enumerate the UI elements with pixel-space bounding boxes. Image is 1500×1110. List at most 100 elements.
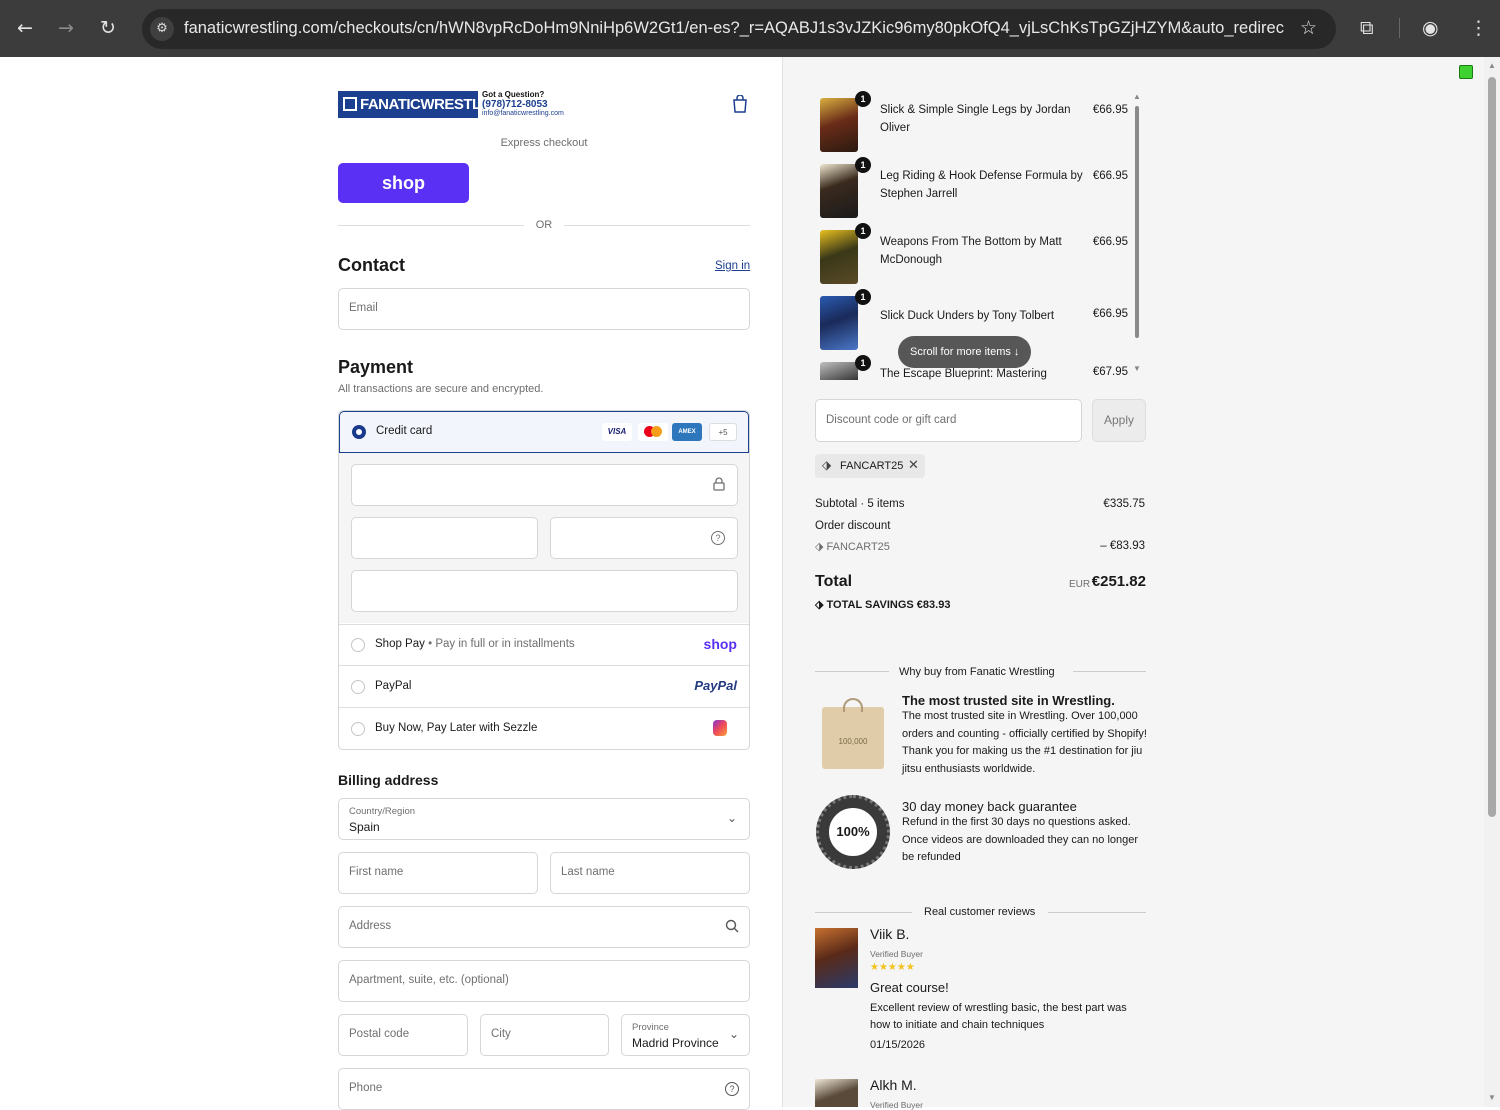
address-field[interactable]: Address xyxy=(338,906,750,948)
shop-pay-button[interactable]: shop xyxy=(338,163,469,203)
chevron-down-icon: ⌄ xyxy=(728,1027,739,1041)
apply-button[interactable]: Apply xyxy=(1092,399,1146,442)
city-placeholder: City xyxy=(491,1028,511,1040)
subtotal-label: Subtotal · 5 items xyxy=(815,498,905,510)
product-thumbnail xyxy=(820,230,858,284)
last-name-field[interactable]: Last name xyxy=(550,852,750,894)
expiry-field[interactable] xyxy=(351,517,538,559)
product-name: Slick Duck Unders by Tony Tolbert xyxy=(880,310,1055,322)
email-placeholder: Email xyxy=(349,302,378,314)
page-scroll-thumb[interactable] xyxy=(1488,77,1496,817)
extensions-icon[interactable]: ⧉ xyxy=(1360,18,1374,38)
list-item: 1 xyxy=(815,355,871,380)
credit-card-radio[interactable] xyxy=(352,425,366,439)
scroll-down-icon[interactable]: ▼ xyxy=(1488,1093,1496,1102)
payment-subtitle: All transactions are secure and encrypte… xyxy=(338,383,544,395)
sezzle-radio[interactable] xyxy=(351,722,365,736)
product-thumbnail xyxy=(820,362,858,380)
help-icon[interactable]: ? xyxy=(711,531,725,545)
scroll-down-icon[interactable]: ▼ xyxy=(1133,364,1141,373)
seal-text: 100% xyxy=(827,806,879,858)
card-number-field[interactable] xyxy=(351,464,738,506)
product-thumbnail xyxy=(820,296,858,350)
reviewer-name: Alkh M. xyxy=(870,1077,917,1093)
product-name: Weapons From The Bottom by Matt McDonoug… xyxy=(880,236,1062,266)
security-code-field[interactable]: ? xyxy=(550,517,738,559)
sezzle-option[interactable]: Buy Now, Pay Later with Sezzle xyxy=(339,707,749,749)
first-name-field[interactable]: First name xyxy=(338,852,538,894)
paypal-option[interactable]: PayPal PayPal xyxy=(339,665,749,707)
apartment-field[interactable]: Apartment, suite, etc. (optional) xyxy=(338,960,750,1002)
brand-logo[interactable]: FANATICWRESTLING xyxy=(338,91,506,118)
divider xyxy=(1073,671,1146,672)
forward-icon[interactable]: → xyxy=(58,18,74,38)
reload-icon[interactable]: ↻ xyxy=(100,18,116,38)
country-select[interactable]: Country/Region Spain ⌄ xyxy=(338,798,750,840)
card-fields-panel: ? xyxy=(339,453,749,623)
or-label: OR xyxy=(535,219,553,231)
back-icon[interactable]: ← xyxy=(17,18,33,38)
divider xyxy=(815,671,889,672)
country-value: Spain xyxy=(349,820,380,834)
question-label: Got a Question? xyxy=(482,90,545,99)
browser-toolbar: ← → ↻ ⚙ fanaticwrestling.com/checkouts/c… xyxy=(0,0,1500,57)
guarantee-body: Refund in the first 30 days no questions… xyxy=(902,816,1139,863)
url-text: fanaticwrestling.com/checkouts/cn/hWN8vp… xyxy=(184,19,1284,37)
discount-line: ⬗ FANCART25 xyxy=(815,540,890,553)
postal-code-field[interactable]: Postal code xyxy=(338,1014,468,1056)
cart-scrollbar[interactable]: ▲ ▼ xyxy=(1130,92,1144,380)
menu-icon[interactable]: ⋮ xyxy=(1469,18,1488,38)
site-info-icon[interactable]: ⚙ xyxy=(150,17,174,41)
address-bar[interactable]: ⚙ fanaticwrestling.com/checkouts/cn/hWN8… xyxy=(142,9,1336,49)
name-on-card-field[interactable] xyxy=(351,570,738,612)
city-field[interactable]: City xyxy=(480,1014,609,1056)
guarantee-title: 30 day money back guarantee xyxy=(902,799,1077,814)
bag-icon[interactable] xyxy=(732,94,748,113)
logo-square-icon xyxy=(343,97,357,111)
scroll-up-icon[interactable]: ▲ xyxy=(1133,92,1141,101)
quantity-badge: 1 xyxy=(855,223,871,239)
review-date: 01/15/2026 xyxy=(870,1039,926,1051)
scroll-more-button[interactable]: Scroll for more items ↓ xyxy=(898,336,1032,368)
visa-icon: VISA xyxy=(602,423,632,441)
first-name-placeholder: First name xyxy=(349,866,404,878)
product-thumbnail xyxy=(820,98,858,152)
sign-in-link[interactable]: Sign in xyxy=(715,260,750,272)
why-title: Why buy from Fanatic Wrestling xyxy=(899,666,1055,678)
order-summary: 1 Slick & Simple Single Legs by Jordan O… xyxy=(782,57,1484,1110)
discount-field[interactable]: Discount code or gift card xyxy=(815,399,1082,442)
help-icon[interactable]: ? xyxy=(725,1082,739,1096)
reviews-title: Real customer reviews xyxy=(924,906,1036,918)
scroll-up-icon[interactable]: ▲ xyxy=(1488,61,1496,70)
subtotal-value: €335.75 xyxy=(1103,498,1145,510)
paypal-logo: PayPal xyxy=(694,678,737,693)
scroll-more-label: Scroll for more items xyxy=(910,346,1011,358)
credit-card-option[interactable]: Credit card VISA AMEX +5 xyxy=(339,411,749,453)
shop-pay-option[interactable]: Shop Pay • Pay in full or in installment… xyxy=(339,624,749,665)
address-placeholder: Address xyxy=(349,920,392,932)
toolbar-divider xyxy=(1399,18,1400,38)
bookmark-star-icon[interactable]: ☆ xyxy=(1300,18,1317,38)
brand-email: info@fanaticwrestling.com xyxy=(482,110,564,117)
shop-pay-radio[interactable] xyxy=(351,638,365,652)
country-label: Country/Region xyxy=(349,806,416,817)
discount-line-code: FANCART25 xyxy=(826,541,890,553)
billing-title: Billing address xyxy=(338,772,439,788)
bag-handle xyxy=(843,698,863,712)
money-back-seal-icon: 100% xyxy=(816,795,890,869)
search-icon[interactable] xyxy=(725,919,739,938)
sezzle-label: Buy Now, Pay Later with Sezzle xyxy=(375,722,538,734)
page-scrollbar[interactable]: ▲ ▼ xyxy=(1484,57,1500,1107)
email-field[interactable]: Email xyxy=(338,288,750,330)
paypal-radio[interactable] xyxy=(351,680,365,694)
product-price: €66.95 xyxy=(1092,170,1128,182)
reviewer-product-image xyxy=(815,1079,858,1107)
province-select[interactable]: Province Madrid Province ⌄ xyxy=(621,1014,750,1056)
cart-scroll-thumb[interactable] xyxy=(1135,106,1139,338)
cart-items-list: 1 Slick & Simple Single Legs by Jordan O… xyxy=(815,90,1147,380)
contact-title: Contact xyxy=(338,255,405,275)
remove-discount-icon[interactable]: ✕ xyxy=(908,457,919,473)
profile-icon[interactable]: ◉ xyxy=(1422,18,1439,38)
phone-field[interactable]: Phone ? xyxy=(338,1068,750,1110)
express-checkout-label: Express checkout xyxy=(500,137,588,149)
